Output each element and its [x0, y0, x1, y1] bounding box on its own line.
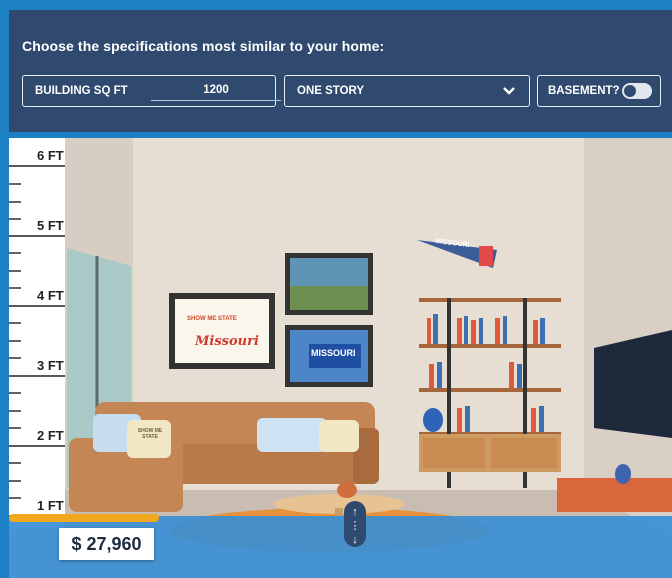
tv-stand — [557, 478, 672, 512]
ruler-label-2ft: 2 FT — [37, 428, 64, 443]
story-select[interactable]: ONE STORY — [284, 75, 530, 107]
toggle-knob — [624, 85, 636, 97]
water-level-drag-handle[interactable]: ↑ ⋮ ↓ — [344, 501, 366, 547]
arrow-up-icon: ↑ — [352, 506, 358, 518]
poster-main-text: Missouri — [195, 334, 259, 349]
chevron-down-icon[interactable] — [501, 82, 517, 101]
flood-cost-price: $ 27,960 — [59, 528, 154, 560]
basement-field: BASEMENT? — [537, 75, 661, 107]
ruler-label-3ft: 3 FT — [37, 358, 64, 373]
ruler-label-5ft: 5 FT — [37, 218, 64, 233]
basement-toggle[interactable] — [622, 83, 652, 99]
story-select-value: ONE STORY — [297, 85, 365, 97]
arrow-down-icon: ↓ — [352, 534, 358, 546]
spec-panel — [9, 10, 672, 132]
pillow-blue-right — [257, 418, 327, 452]
poster-top-text: SHOW ME STATE — [187, 316, 237, 322]
grip-icon: ⋮ — [349, 520, 361, 532]
room-scene: 6 FT 5 FT 4 FT 3 FT 2 FT 1 FT SHOW ME ST… — [9, 138, 672, 578]
ruler-label-6ft: 6 FT — [37, 148, 64, 163]
television — [594, 330, 672, 438]
page-title: Choose the specifications most similar t… — [22, 38, 385, 54]
basement-label: BASEMENT? — [548, 85, 620, 97]
ruler-label-4ft: 4 FT — [37, 288, 64, 303]
table-plant-pot — [337, 482, 357, 498]
small-vase — [615, 464, 631, 484]
ruler-label-1ft: 1 FT — [37, 498, 64, 513]
sqft-field[interactable]: BUILDING SQ FT 1200 — [22, 75, 281, 107]
sqft-label: BUILDING SQ FT — [35, 85, 128, 97]
pillow-cream — [319, 420, 359, 452]
water-level-marker — [9, 514, 159, 522]
sign-text: MISSOURI — [311, 348, 356, 358]
blue-vase — [423, 408, 443, 432]
height-ruler — [9, 138, 65, 528]
sqft-input[interactable]: 1200 — [151, 84, 281, 101]
pillow-text: SHOW ME STATE — [137, 428, 163, 440]
